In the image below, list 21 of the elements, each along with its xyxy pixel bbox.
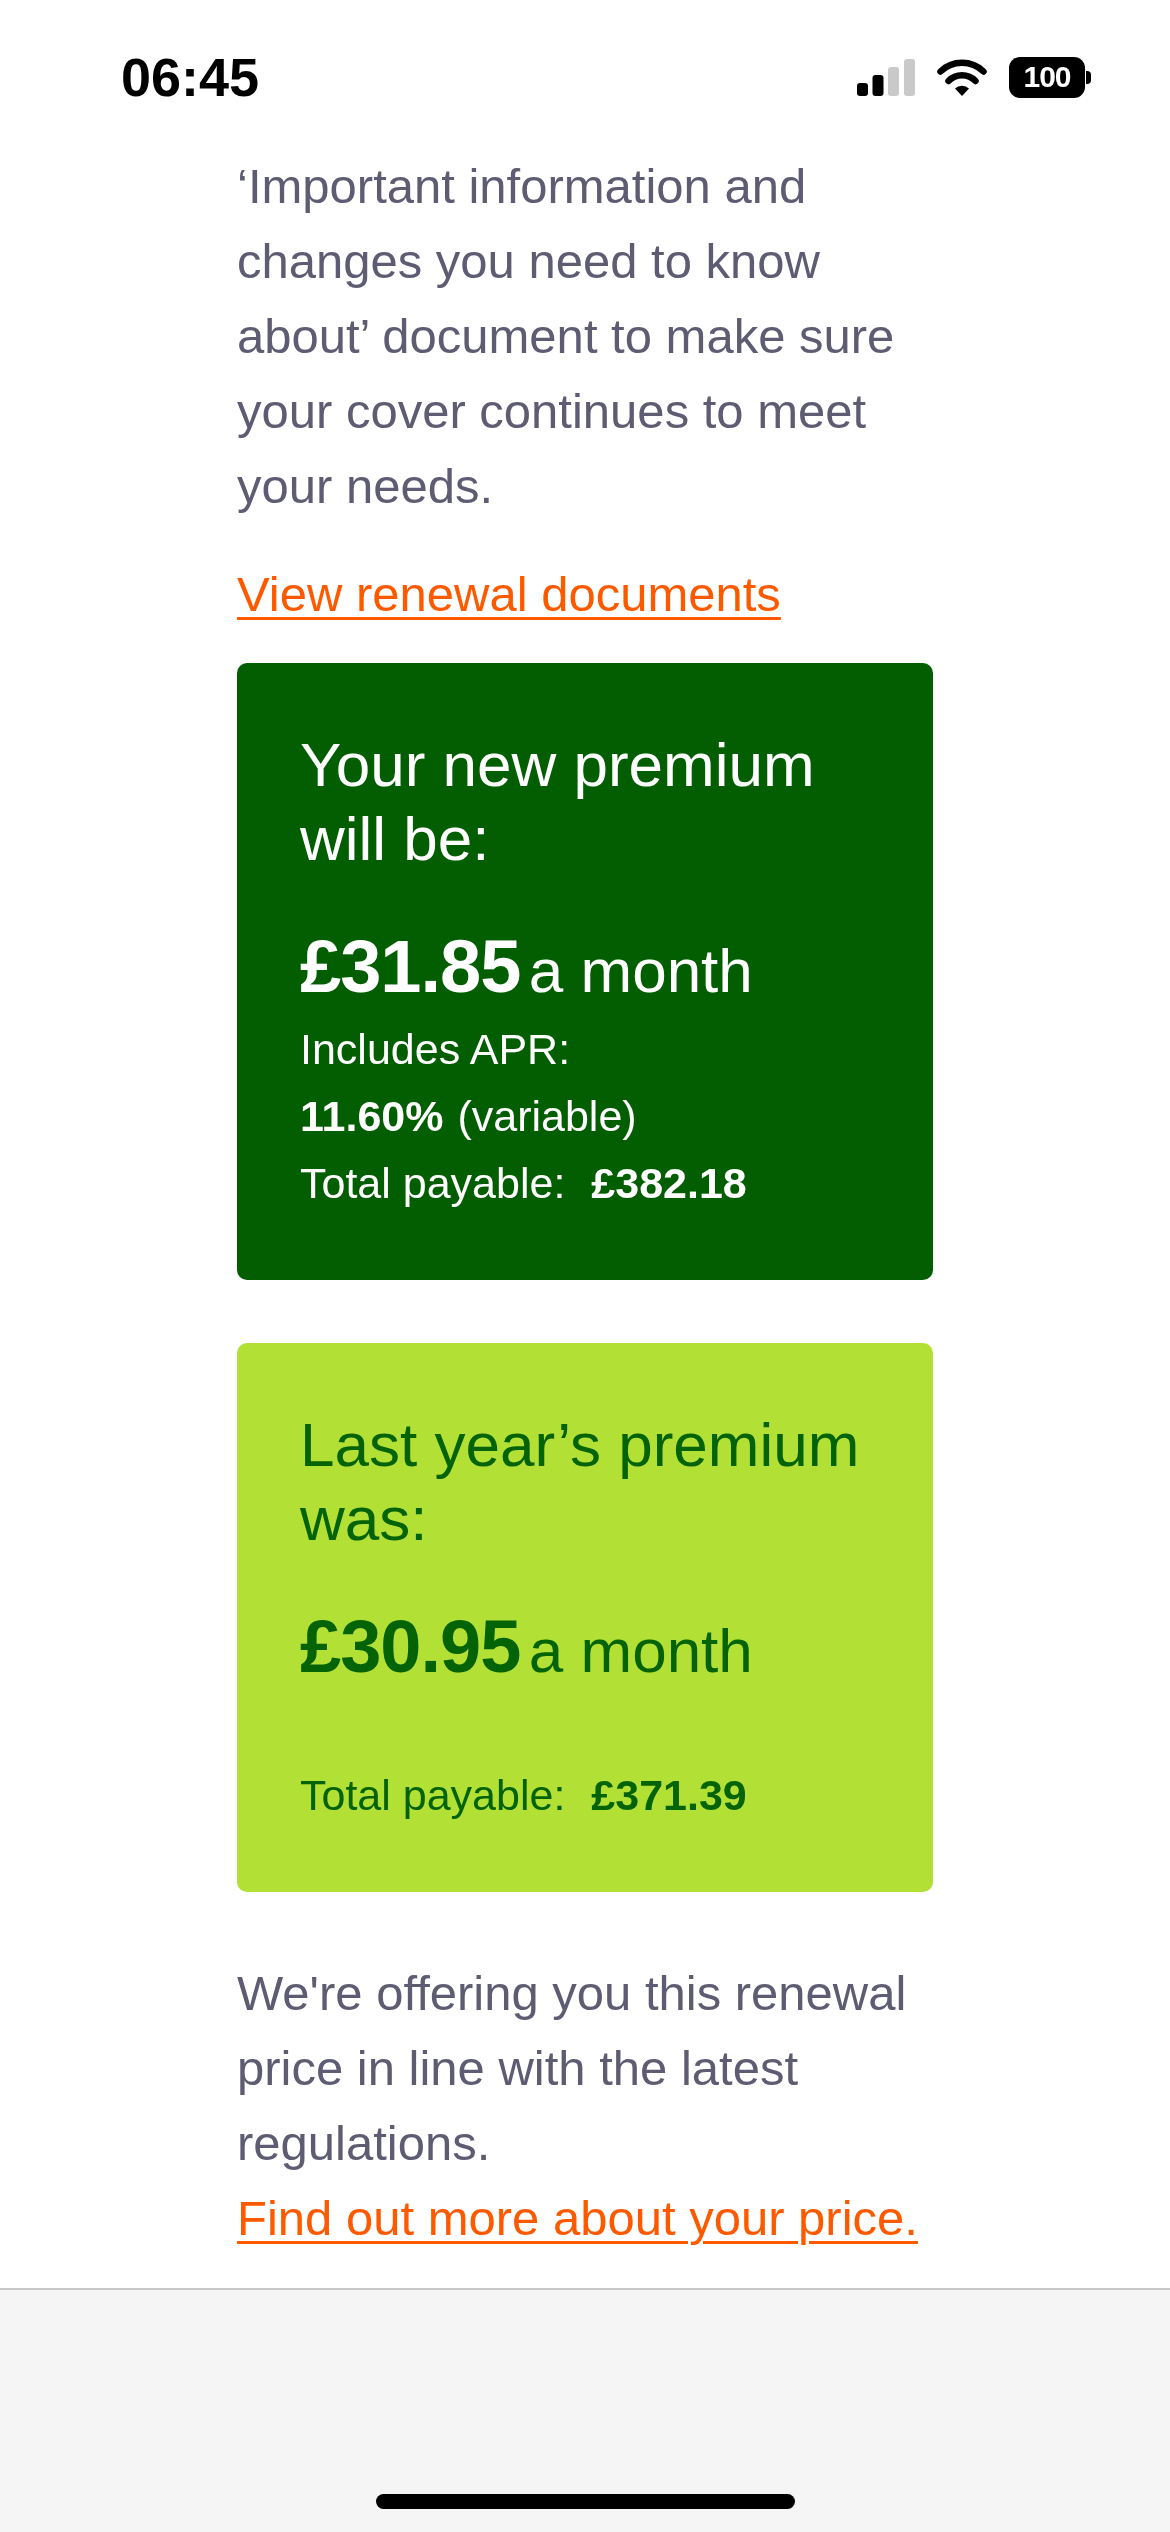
view-renewal-documents-link[interactable]: View renewal documents xyxy=(237,557,781,632)
find-out-more-link[interactable]: Find out more about your price. xyxy=(237,2191,918,2245)
intro-paragraph: ‘Important information and changes you need to know about’ document to make sure your cover continues to meet your needs. xyxy=(237,158,896,515)
wifi-icon xyxy=(937,58,987,96)
status-time: 06:45 xyxy=(121,47,260,107)
card-title: Your new premium will be: xyxy=(300,729,816,875)
total-amount: £382.18 xyxy=(591,1159,747,1207)
total-amount: £371.39 xyxy=(591,1771,747,1819)
price-period: a month xyxy=(528,1616,753,1685)
card-title: Last year’s premium was: xyxy=(300,1409,861,1555)
apr-label: Includes APR: xyxy=(300,1024,572,1075)
battery-indicator: 100 xyxy=(1009,56,1091,98)
apr-type: (variable) xyxy=(457,1092,637,1140)
price-amount: £30.95 xyxy=(300,1605,521,1688)
total-label: Total payable: xyxy=(300,1771,566,1819)
signal-icon xyxy=(857,58,915,96)
price-amount: £31.85 xyxy=(300,925,521,1008)
price-period: a month xyxy=(528,936,753,1005)
price-note-paragraph: We're offering you this renewal price in line with the latest regulations. Find out more about your price. xyxy=(237,1965,917,2247)
total-label: Total payable: xyxy=(300,1159,566,1207)
apr-rate: 11.60% xyxy=(300,1092,444,1140)
